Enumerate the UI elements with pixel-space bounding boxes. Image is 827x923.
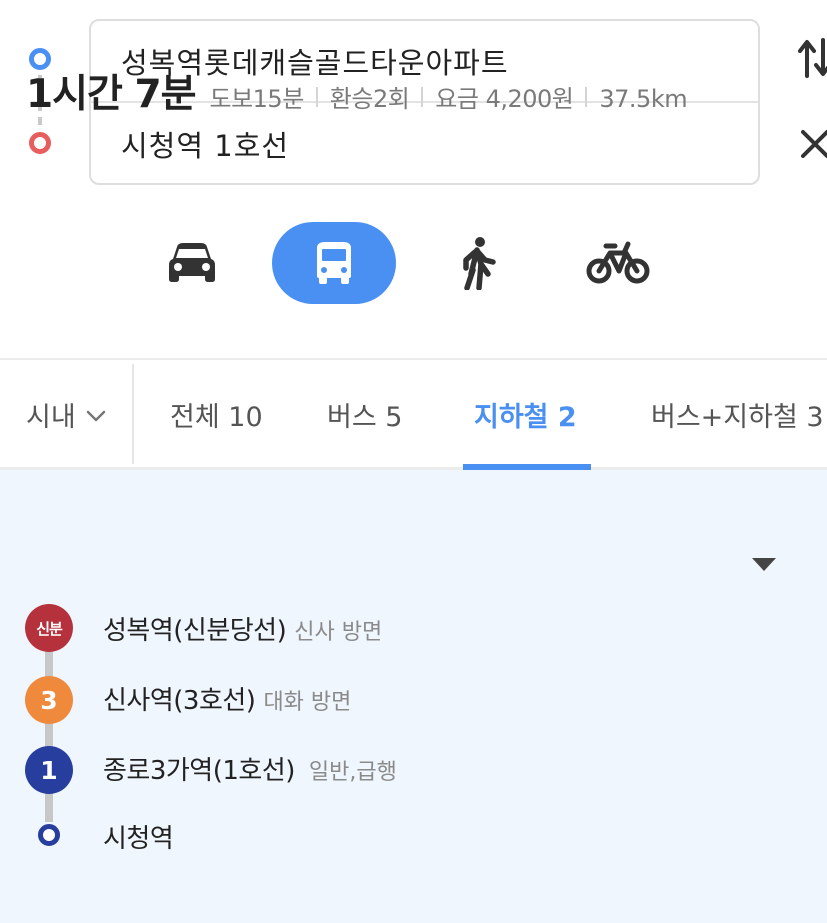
mode-bike-button[interactable] (576, 222, 660, 304)
distance: 37.5km (599, 85, 688, 113)
expand-route-button[interactable] (750, 555, 778, 577)
line-badge-1: 1 (25, 746, 73, 794)
mode-car-button[interactable] (152, 222, 232, 304)
bike-icon (586, 241, 650, 284)
transport-mode-selector (0, 222, 827, 304)
car-icon (169, 243, 215, 282)
mode-transit-button[interactable] (272, 222, 396, 304)
stop-name: 성복역(신분당선) (103, 616, 287, 646)
mode-walk-button[interactable] (442, 222, 514, 304)
stop-name: 종로3가역(1호선) (103, 756, 295, 786)
route-timeline: 신분 3 1 성복역(신분당선) 신사 방면 신사역(3호선) 대화 방면 종로… (24, 602, 824, 862)
destination-text: 시청역 1호선 (121, 129, 290, 163)
caret-down-icon (752, 558, 776, 571)
route-filter-tabs: 시내 전체 10 버스 5 지하철 2 버스+지하철 3 (0, 358, 827, 470)
stop-item: 종로3가역(1호선) 일반,급행 (103, 750, 397, 787)
line-badge-3: 3 (25, 676, 73, 724)
close-icon (801, 130, 827, 158)
bus-icon (317, 242, 351, 284)
meta-divider (421, 87, 424, 107)
tab-bus-subway[interactable]: 버스+지하철 3 (651, 360, 824, 468)
walk-time: 도보15분 (209, 85, 305, 113)
region-dropdown[interactable]: 시내 (26, 360, 106, 468)
stop-item: 성복역(신분당선) 신사 방면 (103, 610, 382, 647)
tab-divider (132, 364, 134, 464)
fare: 요금 4,200원 (435, 85, 574, 113)
stop-item: 신사역(3호선) 대화 방면 (103, 680, 351, 717)
stop-item: 시청역 (103, 818, 174, 855)
timeline-rail (45, 652, 53, 678)
region-label: 시내 (26, 401, 76, 433)
directions-panel: 성복역롯데캐슬골드타운아파트 시청역 1호선 시내 전체 10 버스 5 지하철… (0, 0, 827, 923)
tab-subway[interactable]: 지하철 2 (474, 360, 577, 468)
walk-icon (463, 237, 496, 290)
stop-direction: 일반,급행 (308, 760, 397, 785)
total-duration: 1시간 7분 (26, 72, 196, 117)
chevron-down-icon (86, 410, 105, 422)
stop-direction: 대화 방면 (263, 690, 352, 715)
tab-all[interactable]: 전체 10 (170, 360, 263, 468)
tab-bus[interactable]: 버스 5 (327, 360, 402, 468)
line-badge-sinbundang: 신분 (25, 604, 73, 652)
stop-direction: 신사 방면 (294, 620, 383, 645)
route-summary: 1시간 7분 도보15분 환승2회 요금 4,200원 37.5km (26, 63, 827, 117)
timeline-rail (45, 792, 53, 822)
clear-route-button[interactable] (793, 122, 827, 166)
stop-name: 신사역(3호선) (103, 686, 256, 716)
meta-divider (585, 87, 588, 107)
meta-divider (315, 87, 318, 107)
destination-marker-icon (29, 132, 51, 154)
destination-stop-icon (38, 824, 60, 846)
transfer-count: 환승2회 (329, 85, 410, 113)
stop-name: 시청역 (103, 824, 174, 854)
